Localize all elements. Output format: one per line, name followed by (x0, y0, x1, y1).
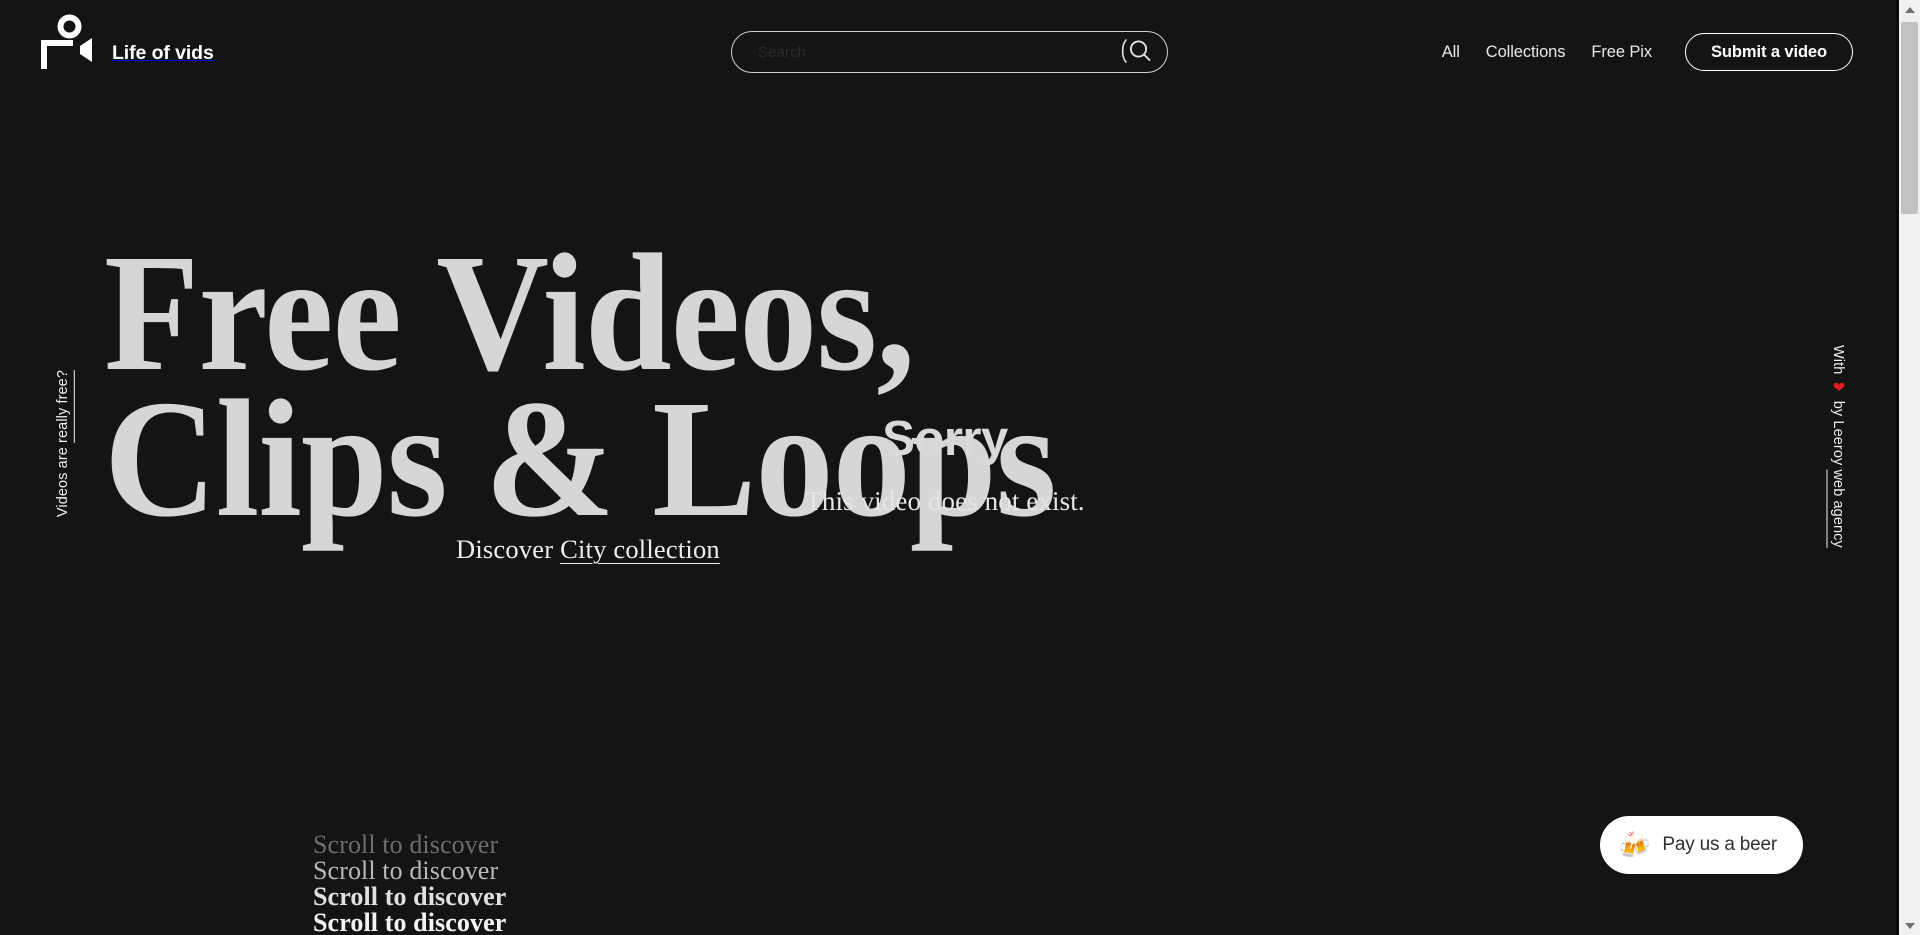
person-camera-logo-icon (40, 14, 98, 70)
discover-collection-link[interactable]: Discover City collection (456, 534, 720, 565)
nav-link-all[interactable]: All (1429, 43, 1473, 62)
scroll-hint-line: Scroll to discover (313, 830, 499, 859)
side-right-prefix: With (1830, 345, 1846, 379)
search-input[interactable] (758, 32, 1111, 72)
side-left-underlined[interactable]: really free? (55, 370, 71, 443)
brand-name: Life of vids (112, 42, 214, 64)
side-label-videos-free[interactable]: Videos are really free? (55, 370, 71, 517)
headline-line-2: Clips & Loops (104, 366, 1057, 553)
scroll-up-arrow-icon[interactable] (1899, 0, 1920, 19)
scroll-hint-line: Scroll to discover (313, 882, 507, 911)
main-navigation: All Collections Free Pix Submit a video (1429, 31, 1853, 73)
site-header: Life of vids All Collections (0, 0, 1899, 105)
beer-mugs-icon: 🍻 (1617, 830, 1651, 860)
brand-logo-link[interactable]: Life of vids (40, 14, 214, 70)
nav-link-free-pix[interactable]: Free Pix (1578, 43, 1665, 62)
side-left-prefix: Videos are (55, 442, 71, 518)
heart-icon: ❤ (1830, 378, 1847, 397)
scroll-hint-line: Scroll to discover (313, 908, 507, 935)
side-right-underlined[interactable]: web agency (1830, 469, 1846, 547)
page-root: Life of vids All Collections (0, 0, 1899, 935)
search-bar (731, 31, 1168, 73)
scroll-hint-line: Scroll to discover (313, 856, 499, 885)
side-right-mid: by Leeroy (1830, 396, 1846, 470)
hero-section: Free Videos, Clips & Loops Sorry This vi… (0, 0, 1899, 935)
search-box[interactable] (731, 31, 1168, 73)
search-submit-button[interactable] (1111, 32, 1163, 72)
scroll-to-discover-hint: Scroll to discover Scroll to discover Sc… (313, 832, 506, 935)
pay-us-a-beer-label: Pay us a beer (1662, 834, 1777, 855)
submit-a-video-button[interactable]: Submit a video (1685, 33, 1853, 71)
scroll-down-arrow-icon[interactable] (1899, 916, 1920, 935)
nav-link-collections[interactable]: Collections (1473, 43, 1579, 62)
discover-prefix: Discover (456, 534, 561, 564)
scrollbar-thumb[interactable] (1901, 22, 1918, 214)
city-collection-link[interactable]: City collection (560, 534, 720, 564)
side-label-credit[interactable]: With ❤ by Leeroy web agency (1829, 345, 1847, 548)
vertical-scrollbar[interactable] (1899, 0, 1920, 935)
search-icon (1120, 36, 1154, 69)
page-title: Free Videos, Clips & Loops (104, 229, 1057, 553)
pay-us-a-beer-button[interactable]: 🍻 Pay us a beer (1599, 816, 1803, 874)
